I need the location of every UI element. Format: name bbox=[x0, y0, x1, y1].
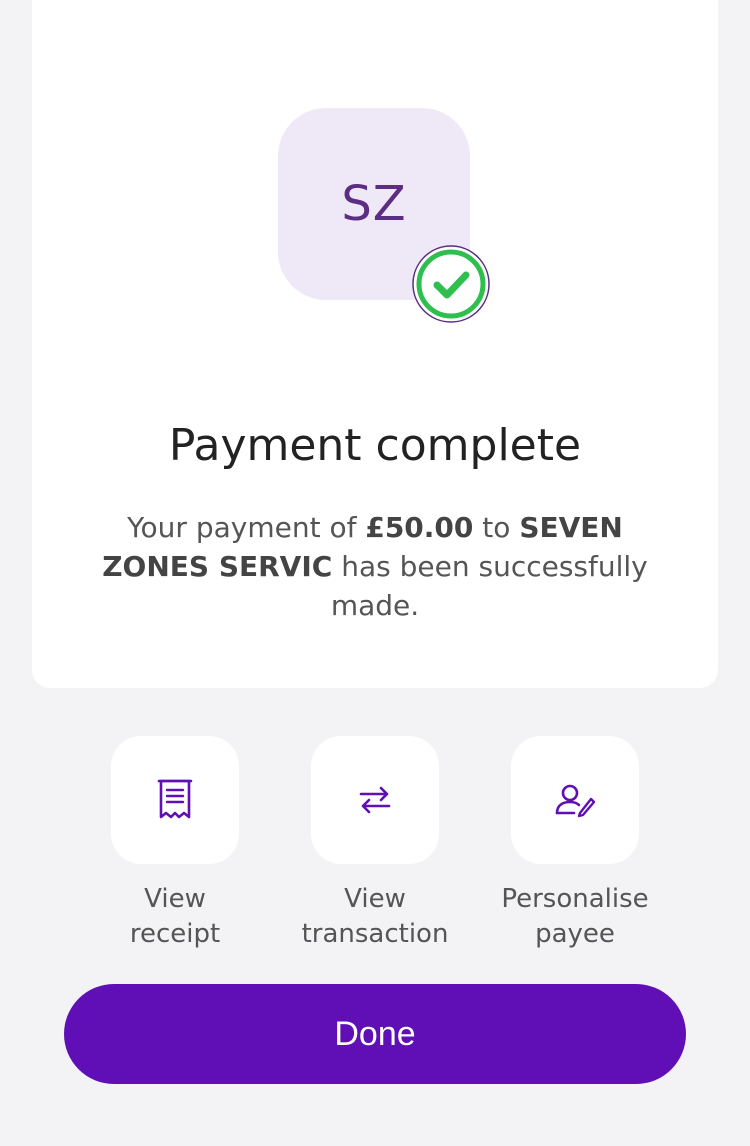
view-transaction-tile[interactable] bbox=[311, 736, 439, 864]
label-line-2: receipt bbox=[129, 919, 221, 949]
label-line-1: Personalise bbox=[501, 884, 649, 914]
payment-amount: £50.00 bbox=[365, 511, 474, 544]
label-line-1: View bbox=[144, 884, 206, 914]
personalise-payee-label: Personalise payee bbox=[485, 882, 665, 952]
success-check-icon bbox=[412, 245, 490, 323]
personalise-payee-button[interactable]: Personalise payee bbox=[485, 736, 665, 952]
message-to: to bbox=[473, 511, 520, 544]
personalise-payee-tile[interactable] bbox=[511, 736, 639, 864]
action-row: View receipt View transaction Personalis bbox=[0, 736, 750, 956]
done-button[interactable]: Done bbox=[64, 984, 686, 1084]
label-line-1: View bbox=[344, 884, 406, 914]
edit-person-icon bbox=[555, 784, 596, 818]
transfer-arrows-icon bbox=[359, 786, 391, 814]
message-suffix: has been successfully made. bbox=[330, 550, 648, 622]
view-receipt-tile[interactable] bbox=[111, 736, 239, 864]
confirmation-message: Your payment of £50.00 to SEVEN ZONES SE… bbox=[100, 508, 650, 625]
label-line-2: transaction bbox=[301, 919, 449, 949]
receipt-icon bbox=[157, 779, 193, 819]
message-prefix: Your payment of bbox=[127, 511, 366, 544]
page-title: Payment complete bbox=[168, 420, 582, 471]
view-receipt-label: View receipt bbox=[85, 882, 265, 952]
view-transaction-label: View transaction bbox=[285, 882, 465, 952]
label-line-2: payee bbox=[535, 919, 615, 949]
view-transaction-button[interactable]: View transaction bbox=[285, 736, 465, 952]
view-receipt-button[interactable]: View receipt bbox=[85, 736, 265, 952]
